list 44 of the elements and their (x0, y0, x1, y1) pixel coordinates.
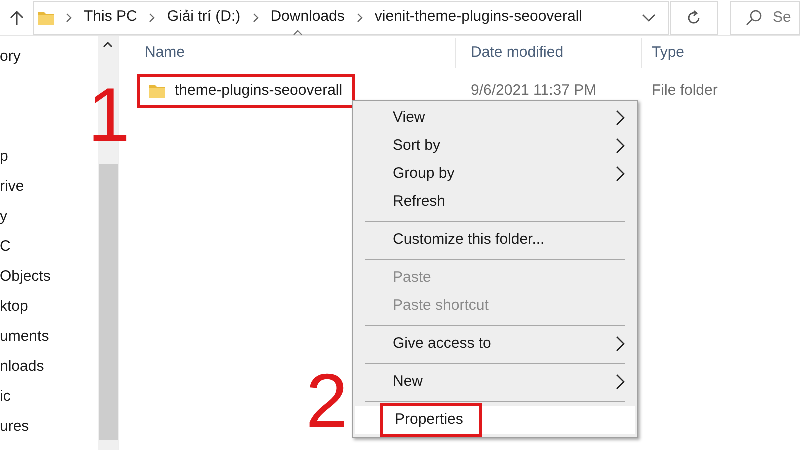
sidebar-item[interactable]: uments (0, 322, 98, 352)
column-header[interactable]: Date modified (471, 42, 564, 64)
breadcrumb-chevron-icon (356, 12, 363, 22)
menu-item[interactable]: Group by (353, 160, 637, 188)
sidebar-item[interactable]: nloads (0, 352, 98, 382)
sidebar-item[interactable]: rive (0, 172, 98, 202)
folder-icon (149, 84, 165, 98)
refresh-icon (686, 10, 702, 26)
breadcrumb[interactable]: vienit-theme-plugins-seooverall (374, 6, 583, 29)
breadcrumb-chevron-icon (252, 12, 259, 22)
sidebar-item[interactable]: C (0, 232, 98, 262)
breadcrumb-chevron-icon (66, 12, 72, 22)
breadcrumb[interactable]: Downloads (270, 6, 345, 29)
column-header[interactable]: Type (652, 42, 685, 64)
sidebar-item[interactable]: ory (0, 42, 98, 72)
scroll-up-icon[interactable] (103, 42, 113, 48)
menu-item[interactable]: Sort by (353, 132, 637, 160)
menu-item[interactable]: Properties (355, 406, 635, 434)
column-header[interactable]: Name (145, 42, 186, 64)
refresh-button[interactable] (670, 0, 718, 34)
breadcrumb[interactable]: Giải trí (D:) (167, 6, 241, 29)
search-icon (746, 10, 762, 26)
sidebar-item[interactable]: ktop (0, 292, 98, 322)
folder-row-name[interactable]: theme-plugins-seooverall (137, 74, 355, 108)
sidebar-item[interactable]: ic (0, 382, 98, 412)
up-arrow-icon[interactable] (10, 10, 24, 26)
sidebar-item[interactable]: ures (0, 412, 98, 442)
date-cell-text: 9/6/2021 11:37 PM (470, 80, 598, 101)
sidebar-item[interactable]: y (0, 202, 98, 232)
menu-item[interactable]: Refresh (353, 188, 637, 216)
sidebar-item[interactable]: Objects (0, 262, 98, 292)
menu-item[interactable]: View (353, 104, 637, 132)
folder-icon (38, 10, 54, 24)
dropdown-chevron-icon[interactable] (642, 14, 656, 22)
breadcrumb-chevron-icon (149, 12, 156, 22)
breadcrumb[interactable]: This PC (84, 6, 138, 29)
scrollbar-thumb[interactable] (98, 164, 118, 440)
menu-item[interactable]: Customize this folder... (353, 226, 637, 254)
type-cell-text: File folder (651, 80, 718, 101)
annotation-number: 2 (306, 364, 348, 440)
menu-item[interactable]: Give access to (353, 330, 637, 358)
search-field[interactable]: Se (730, 0, 800, 34)
menu-item[interactable]: New (353, 368, 637, 396)
address-bar[interactable]: This PC Giải trí (D:) Downloads vienit-theme-plugins-seooverall (33, 0, 669, 34)
